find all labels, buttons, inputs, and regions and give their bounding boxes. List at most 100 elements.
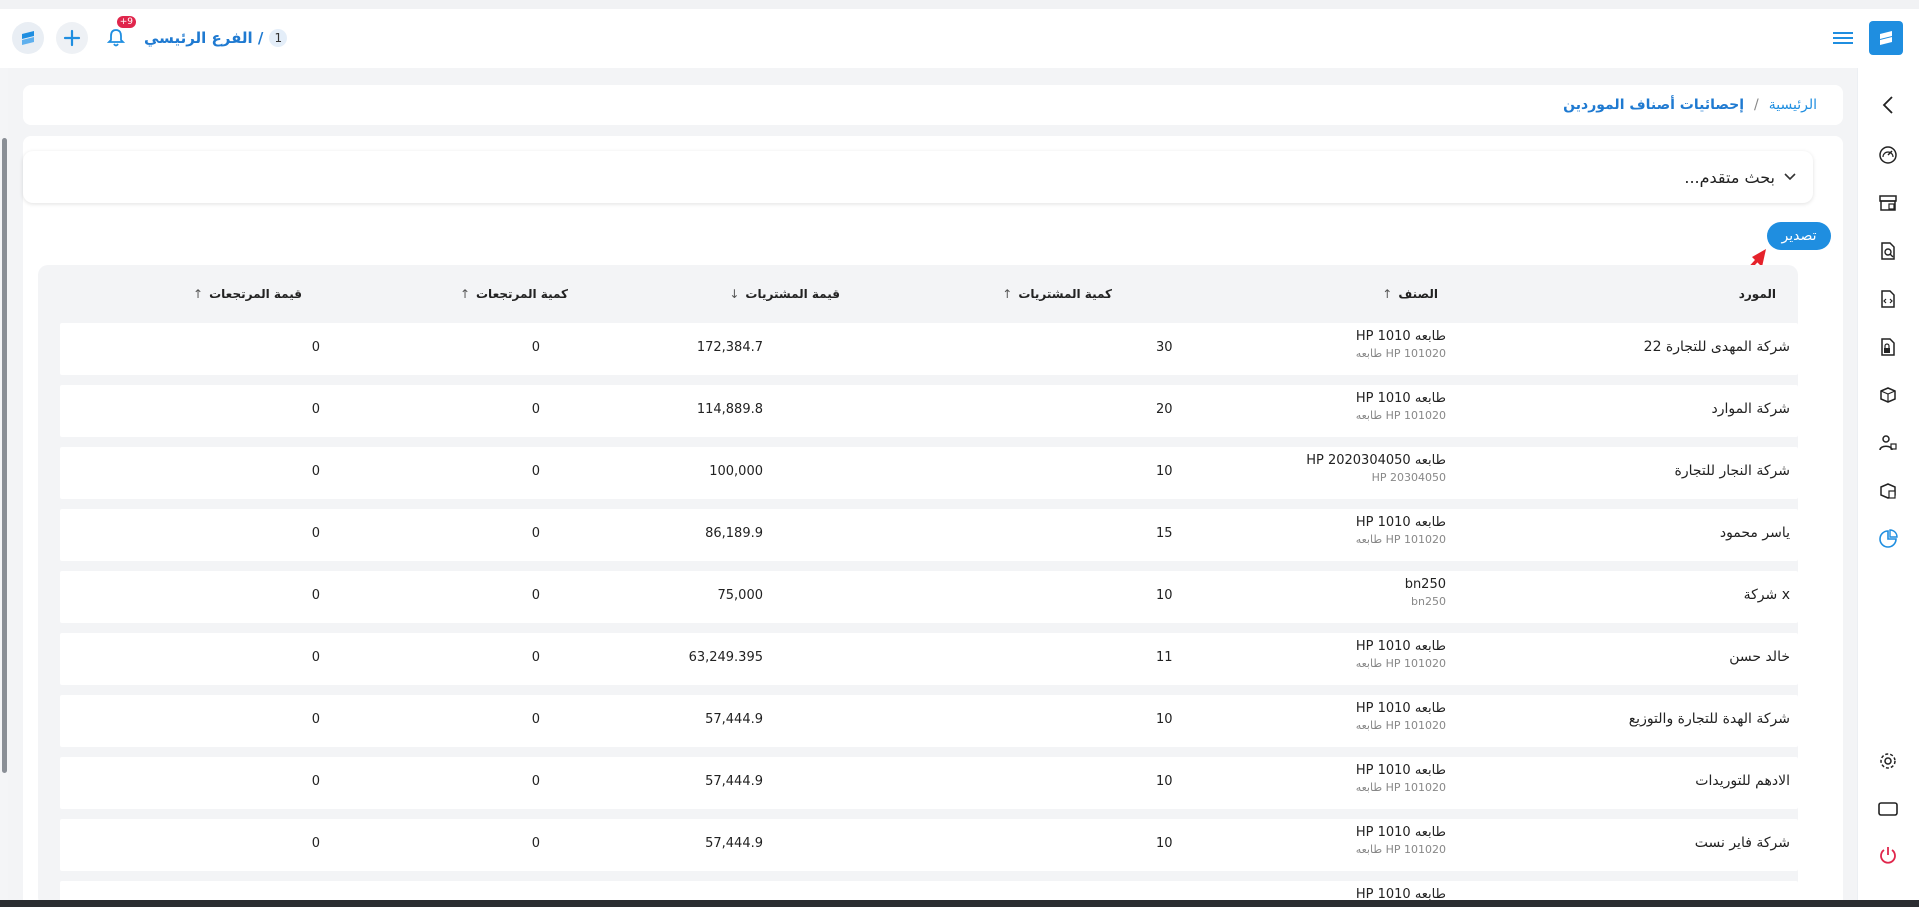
products-icon[interactable] bbox=[1877, 384, 1899, 406]
table-row[interactable]: شركة النجار للتجارة طابعه HP 2020304050 H… bbox=[60, 447, 1798, 499]
branch-number: 1 bbox=[269, 29, 288, 47]
header-return-value[interactable]: قيمة المرتجعات ↑ bbox=[193, 287, 302, 301]
supplier-cell: شركة x bbox=[1743, 587, 1790, 603]
breadcrumb-current: إحصائيات أصناف الموردين bbox=[1563, 97, 1745, 113]
advanced-search-toggle[interactable]: بحث متقدم... bbox=[23, 151, 1813, 203]
return-value-cell: 0 bbox=[311, 650, 320, 665]
item-code: bn250 bbox=[1411, 595, 1446, 608]
header-item[interactable]: الصنف ↑ bbox=[1382, 287, 1438, 301]
sort-asc-icon: ↑ bbox=[1382, 287, 1393, 301]
return-qty-cell: 0 bbox=[531, 836, 540, 851]
add-button[interactable] bbox=[56, 22, 88, 54]
table-row[interactable]: شركة فاير نست طابعه HP 1010 HP 101020 طاب… bbox=[60, 819, 1798, 871]
item-cell: طابعه HP 1010 HP 101020 طابعه bbox=[1356, 515, 1446, 546]
invoice-icon[interactable] bbox=[1877, 288, 1899, 310]
return-value-cell: 0 bbox=[311, 588, 320, 603]
inventory-icon[interactable] bbox=[1877, 480, 1899, 502]
power-icon[interactable] bbox=[1877, 844, 1899, 866]
item-cell: طابعه HP 1010 HP 101020 طابعه bbox=[1356, 763, 1446, 794]
purchase-value-cell: 57,444.9 bbox=[705, 712, 763, 727]
return-value-cell: 0 bbox=[311, 774, 320, 789]
table-row[interactable]: الادهم للتوريدات طابعه HP 1010 HP 101020 … bbox=[60, 757, 1798, 809]
return-qty-cell: 0 bbox=[531, 464, 540, 479]
advanced-search-label: بحث متقدم... bbox=[1684, 167, 1775, 187]
return-value-cell: 0 bbox=[311, 464, 320, 479]
supplier-cell: الادهم للتوريدات bbox=[1695, 773, 1790, 789]
breadcrumb-home-link[interactable]: الرئيسية bbox=[1769, 97, 1817, 113]
item-name: طابعه HP 1010 bbox=[1355, 329, 1446, 344]
table-row[interactable]: خالد حسن طابعه HP 1010 HP 101020 طابعه 11… bbox=[60, 633, 1798, 685]
users-icon[interactable] bbox=[1877, 432, 1899, 454]
scrollbar-thumb[interactable] bbox=[2, 138, 7, 773]
purchase-qty-cell: 10 bbox=[1156, 464, 1173, 479]
table-row[interactable]: ياسر محمود طابعه HP 1010 HP 101020 طابعه … bbox=[60, 509, 1798, 561]
notification-badge: +9 bbox=[116, 16, 136, 28]
return-value-cell: 0 bbox=[311, 402, 320, 417]
chevron-down-icon bbox=[1783, 170, 1797, 184]
sort-asc-icon: ↑ bbox=[193, 287, 204, 301]
sort-desc-icon: ↓ bbox=[729, 287, 740, 301]
purchase-qty-cell: 10 bbox=[1156, 588, 1173, 603]
supplier-cell: شركة الهدة للتجارة والتوزيع bbox=[1628, 711, 1790, 727]
return-value-cell: 0 bbox=[311, 340, 320, 355]
document-lock-icon[interactable] bbox=[1877, 336, 1899, 358]
table-row[interactable]: شركة الموارد طابعه HP 1010 HP 101020 طابع… bbox=[60, 385, 1798, 437]
table-row[interactable]: شركة x bn250 bn250 10 75,000 0 0 bbox=[60, 571, 1798, 623]
item-code: HP 101020 طابعه bbox=[1355, 347, 1446, 360]
purchase-value-cell: 57,444.9 bbox=[705, 836, 763, 851]
item-cell: طابعه HP 1010 HP 101020 طابعه bbox=[1356, 825, 1446, 856]
page-scrollbar[interactable] bbox=[0, 68, 8, 907]
data-table: المورد الصنف ↑ كمية المشتريات ↑ قيمة الم… bbox=[38, 265, 1798, 907]
item-name: bn250 bbox=[1404, 577, 1446, 592]
return-qty-cell: 0 bbox=[531, 712, 540, 727]
purchase-value-cell: 172,384.7 bbox=[696, 340, 763, 355]
item-cell: طابعه HP 1010 HP 101020 طابعه bbox=[1356, 701, 1446, 732]
notifications-button[interactable]: +9 bbox=[100, 16, 136, 54]
return-qty-cell: 0 bbox=[531, 650, 540, 665]
header-return-qty[interactable]: كمية المرتجعات ↑ bbox=[460, 287, 568, 301]
item-code: HP 20304050 bbox=[1371, 471, 1446, 484]
settings-icon[interactable] bbox=[1877, 750, 1899, 772]
item-name: طابعه HP 1010 bbox=[1355, 701, 1446, 716]
purchase-value-cell: 75,000 bbox=[717, 588, 764, 603]
item-cell: bn250 bn250 bbox=[1405, 577, 1446, 608]
return-value-cell: 0 bbox=[311, 526, 320, 541]
return-qty-cell: 0 bbox=[531, 588, 540, 603]
header-purchase-qty[interactable]: كمية المشتريات ↑ bbox=[1002, 287, 1112, 301]
item-code: HP 101020 طابعه bbox=[1355, 409, 1446, 422]
item-name: طابعه HP 1010 bbox=[1355, 763, 1446, 778]
brand-logo-icon[interactable] bbox=[1869, 21, 1903, 55]
screen-icon[interactable] bbox=[1877, 798, 1899, 820]
purchase-qty-cell: 10 bbox=[1156, 712, 1173, 727]
purchase-qty-cell: 11 bbox=[1156, 650, 1173, 665]
header-supplier[interactable]: المورد bbox=[1739, 287, 1776, 301]
chevron-left-icon[interactable] bbox=[1877, 94, 1899, 116]
warehouse-icon[interactable] bbox=[1877, 192, 1899, 214]
supplier-cell: شركة الموارد bbox=[1711, 401, 1790, 417]
main-content: الرئيسية / إحصائيات أصناف الموردين بحث م… bbox=[8, 68, 1857, 907]
search-document-icon[interactable] bbox=[1877, 240, 1899, 262]
item-code: HP 101020 طابعه bbox=[1355, 843, 1446, 856]
branch-selector[interactable]: الفرع الرئيسي / 1 bbox=[144, 29, 288, 47]
return-qty-cell: 0 bbox=[531, 402, 540, 417]
return-qty-cell: 0 bbox=[531, 340, 540, 355]
branch-name: الفرع الرئيسي / bbox=[144, 29, 264, 47]
table-body: شركة المهدى للتجارة 22 طابعه HP 1010 HP 1… bbox=[60, 323, 1798, 907]
bell-icon bbox=[107, 29, 125, 47]
item-cell: طابعه HP 1010 HP 101020 طابعه bbox=[1356, 391, 1446, 422]
supplier-cell: ياسر محمود bbox=[1719, 525, 1790, 541]
return-qty-cell: 0 bbox=[531, 526, 540, 541]
table-row[interactable]: شركة الهدة للتجارة والتوزيع طابعه HP 101… bbox=[60, 695, 1798, 747]
return-value-cell: 0 bbox=[311, 836, 320, 851]
return-value-cell: 0 bbox=[311, 712, 320, 727]
app-logo-icon[interactable] bbox=[12, 22, 44, 54]
item-cell: طابعه HP 2020304050 HP 20304050 bbox=[1306, 453, 1446, 484]
item-name: طابعه HP 1010 bbox=[1355, 639, 1446, 654]
dashboard-icon[interactable] bbox=[1877, 144, 1899, 166]
reports-chart-icon[interactable] bbox=[1877, 528, 1899, 550]
hamburger-menu-icon[interactable] bbox=[1833, 29, 1853, 47]
item-cell: طابعه HP 1010 HP 101020 طابعه bbox=[1356, 639, 1446, 670]
header-purchase-value[interactable]: قيمة المشتريات ↓ bbox=[729, 287, 840, 301]
table-row[interactable]: شركة المهدى للتجارة 22 طابعه HP 1010 HP 1… bbox=[60, 323, 1798, 375]
breadcrumb: الرئيسية / إحصائيات أصناف الموردين bbox=[23, 85, 1843, 125]
